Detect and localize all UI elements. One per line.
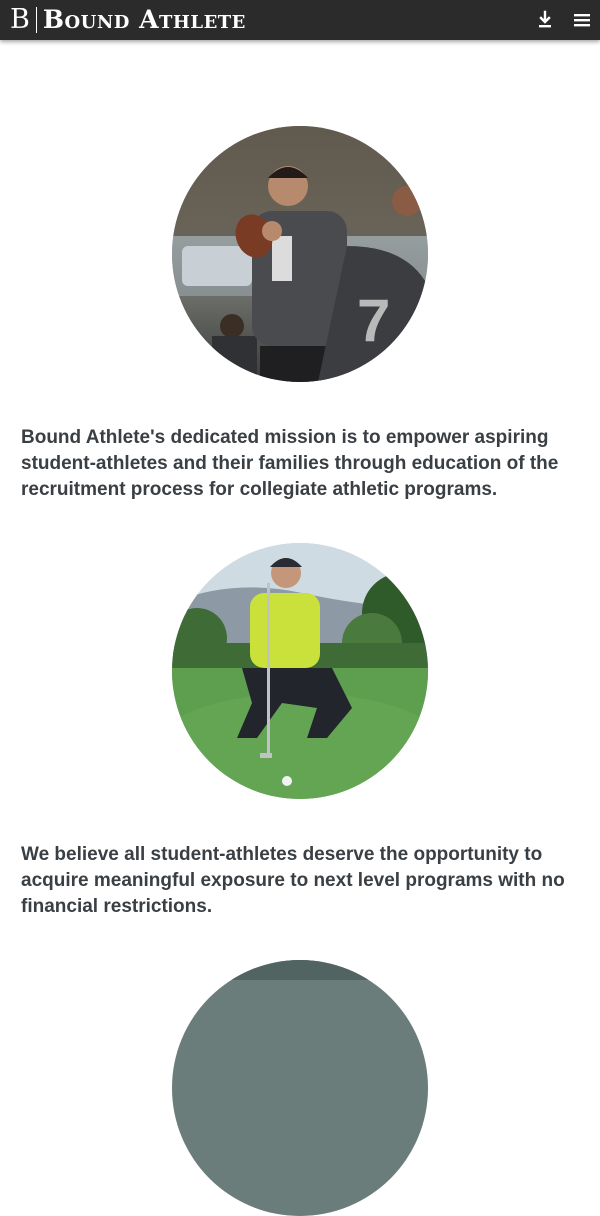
football-quarterback-photo: 7 (172, 126, 428, 382)
brand-logo[interactable]: B Bound Athlete (10, 4, 246, 36)
top-navigation-bar: B Bound Athlete (0, 0, 600, 40)
download-icon (539, 10, 551, 28)
download-button[interactable] (533, 8, 557, 32)
hamburger-menu-icon (574, 14, 590, 27)
menu-button[interactable] (570, 8, 594, 32)
svg-text:7: 7 (357, 287, 390, 354)
belief-statement: We believe all student-athletes deserve … (21, 844, 565, 917)
logo-divider (35, 7, 37, 33)
logo-mark: B (10, 4, 30, 35)
golfer-putting-green-photo (172, 543, 428, 799)
main-content: 7 Bound Athlete's dedicated mission is t… (0, 40, 600, 1216)
mission-statement: Bound Athlete's dedicated mission is to … (21, 427, 559, 500)
third-circular-photo (172, 960, 428, 1216)
logo-text: Bound Athlete (42, 5, 246, 34)
